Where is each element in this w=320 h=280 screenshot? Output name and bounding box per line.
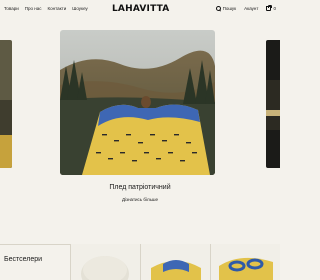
bag-icon: [266, 4, 273, 11]
header-actions: Пошук Акаунт 0: [215, 4, 276, 11]
account-link[interactable]: Акаунт: [244, 6, 258, 11]
cart-button[interactable]: 0: [266, 4, 276, 11]
product-card-3[interactable]: [210, 244, 280, 280]
product-card-1[interactable]: [70, 244, 140, 280]
nav-showroom[interactable]: Шоукеу: [72, 6, 88, 11]
site-header: Товари Про нас Контакти Шоукеу LAHAVITTA…: [0, 0, 280, 20]
site-logo[interactable]: LAHAVITTA: [112, 4, 169, 14]
hero-image[interactable]: [60, 30, 215, 175]
nav-about[interactable]: Про нас: [25, 6, 42, 11]
bestsellers-title: Бестселери: [4, 256, 43, 263]
account-label: Акаунт: [244, 6, 259, 11]
cart-count: 0: [273, 6, 276, 11]
nav-products[interactable]: Товари: [4, 6, 19, 11]
search-icon: [215, 6, 221, 11]
main-nav: Товари Про нас Контакти Шоукеу: [4, 6, 88, 11]
carousel-next-image[interactable]: [266, 40, 280, 168]
search-label: Пошук: [222, 6, 237, 11]
hero-title: Плед патріотичний: [109, 184, 171, 191]
carousel-prev-image[interactable]: [0, 40, 12, 168]
product-card-2[interactable]: [140, 244, 210, 280]
learn-more-link[interactable]: Дізнатись більше: [0, 197, 280, 202]
nav-contacts[interactable]: Контакти: [48, 6, 67, 11]
search-button[interactable]: Пошук: [215, 6, 237, 11]
